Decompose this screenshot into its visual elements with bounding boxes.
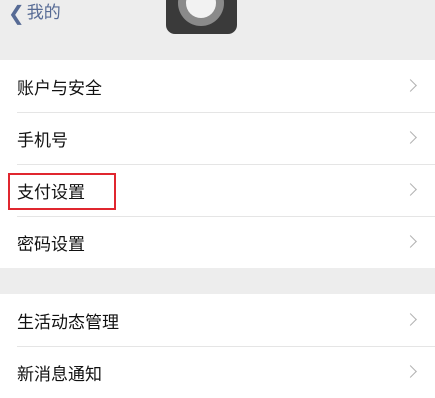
row-label: 手机号 (17, 130, 68, 151)
chevron-right-icon (404, 313, 417, 326)
chevron-right-icon (404, 365, 417, 378)
row-new-message-notifications[interactable]: 新消息通知 (0, 346, 435, 398)
row-account-security[interactable]: 账户与安全 (0, 60, 435, 112)
chevron-left-icon: ❮ (8, 1, 25, 25)
assistive-touch-icon[interactable] (166, 0, 237, 34)
settings-group-notifications: 生活动态管理 新消息通知 (0, 294, 435, 398)
back-label: 我的 (26, 3, 61, 23)
row-password-settings[interactable]: 密码设置 (0, 216, 435, 268)
row-label: 生活动态管理 (17, 312, 119, 333)
back-button[interactable]: ❮ 我的 (8, 0, 61, 26)
row-label: 新消息通知 (17, 364, 102, 385)
chevron-right-icon (404, 235, 417, 248)
chevron-right-icon (404, 131, 417, 144)
row-phone-number[interactable]: 手机号 (0, 112, 435, 164)
row-payment-settings[interactable]: 支付设置 (0, 164, 435, 216)
settings-group-account: 账户与安全 手机号 支付设置 密码设置 (0, 60, 435, 268)
chevron-right-icon (404, 79, 417, 92)
row-life-feed-management[interactable]: 生活动态管理 (0, 294, 435, 346)
chevron-right-icon (404, 183, 417, 196)
row-label: 支付设置 (17, 182, 85, 203)
row-label: 密码设置 (17, 234, 85, 255)
row-label: 账户与安全 (17, 78, 102, 99)
